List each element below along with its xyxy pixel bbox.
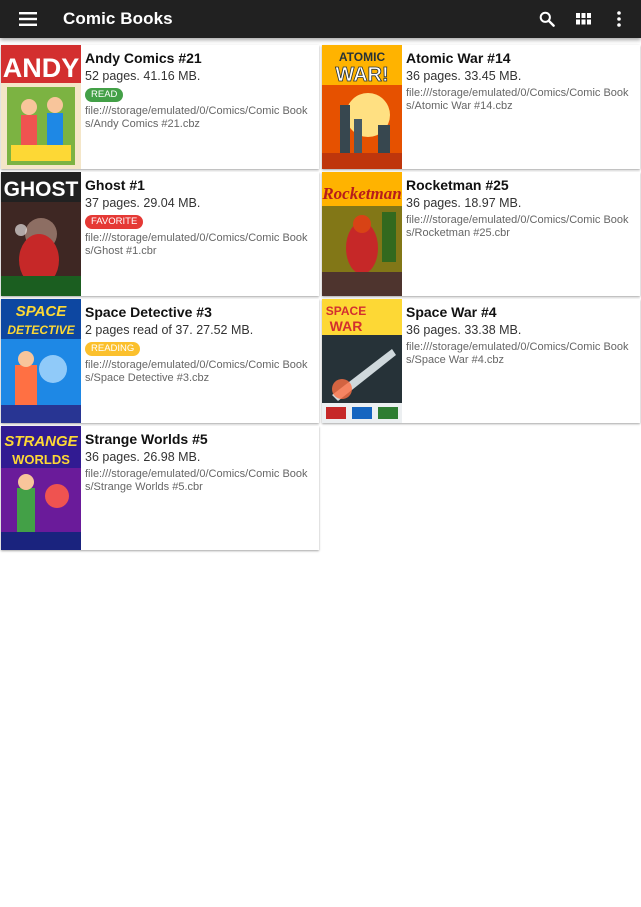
comic-cover-image: SPACE WAR [322,299,402,423]
comic-path: file:///storage/emulated/0/Comics/Comic … [85,232,308,257]
toolbar-actions [525,5,641,33]
comic-title: Atomic War #14 [406,50,511,66]
comic-title: Space Detective #3 [85,304,212,320]
cover-title-text: Rocketman [322,184,402,203]
svg-text:SPACE: SPACE [16,303,68,320]
comic-info: Strange Worlds #5 36 pages. 26.98 MB. fi… [81,426,319,550]
status-badge: READ [85,88,124,102]
app-bar: Comic Books [0,0,641,38]
comic-card-strange-worlds-5[interactable]: STRANGE WORLDS Strange Worlds #5 36 page… [1,426,319,550]
comic-cover-image: ANDY [1,45,81,169]
comic-info: Andy Comics #21 52 pages. 41.16 MB. READ… [81,45,319,169]
comic-title: Ghost #1 [85,177,145,193]
comic-info: Space Detective #3 2 pages read of 37. 2… [81,299,319,423]
comic-path: file:///storage/emulated/0/Comics/Comic … [85,468,308,493]
comic-meta: 36 pages. 33.38 MB. [406,323,522,337]
hamburger-menu-icon[interactable] [14,5,42,33]
comic-meta: 36 pages. 26.98 MB. [85,450,201,464]
more-vert-icon[interactable] [605,5,633,33]
comic-cover-image: ATOMIC WAR! [322,45,402,169]
svg-text:SPACE: SPACE [326,304,366,318]
comic-grid: ANDY Andy Comics #21 52 pages. 41.16 MB.… [1,45,641,550]
comic-info: Atomic War #14 36 pages. 33.45 MB. file:… [402,45,640,169]
grid-view-icon[interactable] [569,5,597,33]
comic-cover-image: Rocketman [322,172,402,296]
comic-path: file:///storage/emulated/0/Comics/Comic … [85,105,308,130]
comic-card-ghost-1[interactable]: GHOST Ghost #1 37 pages. 29.04 MB. FAVOR… [1,172,319,296]
svg-text:WAR!: WAR! [335,64,388,86]
comic-card-space-war-4[interactable]: SPACE WAR Space War #4 36 pages. 33.38 M… [322,299,640,423]
comic-meta: 52 pages. 41.16 MB. [85,69,201,83]
comic-meta: 36 pages. 18.97 MB. [406,196,522,210]
comic-title: Strange Worlds #5 [85,431,208,447]
cover-title-text: ANDY [3,53,80,83]
comic-cover-image: GHOST [1,172,81,296]
comic-card-space-detective-3[interactable]: SPACE DETECTIVE Space Detective #3 2 pag… [1,299,319,423]
comic-title: Space War #4 [406,304,497,320]
status-badge: READING [85,342,141,356]
comic-cover-image: STRANGE WORLDS [1,426,81,550]
svg-text:STRANGE: STRANGE [4,433,78,450]
comic-path: file:///storage/emulated/0/Comics/Comic … [406,341,629,366]
svg-text:ATOMIC: ATOMIC [339,50,386,64]
svg-text:DETECTIVE: DETECTIVE [7,323,75,337]
comic-card-andy-comics-21[interactable]: ANDY Andy Comics #21 52 pages. 41.16 MB.… [1,45,319,169]
comic-path: file:///storage/emulated/0/Comics/Comic … [85,359,308,384]
comic-path: file:///storage/emulated/0/Comics/Comic … [406,214,629,239]
app-title: Comic Books [63,9,173,28]
comic-cover-image: SPACE DETECTIVE [1,299,81,423]
search-icon[interactable] [533,5,561,33]
comic-info: Rocketman #25 36 pages. 18.97 MB. file:/… [402,172,640,296]
status-badge: FAVORITE [85,215,144,229]
comic-meta: 2 pages read of 37. 27.52 MB. [85,323,254,337]
comic-info: Ghost #1 37 pages. 29.04 MB. FAVORITE fi… [81,172,319,296]
comic-meta: 36 pages. 33.45 MB. [406,69,522,83]
comic-title: Rocketman #25 [406,177,509,193]
svg-text:WORLDS: WORLDS [12,452,70,467]
comic-card-rocketman-25[interactable]: Rocketman Rocketman #25 36 pages. 18.97 … [322,172,640,296]
comic-meta: 37 pages. 29.04 MB. [85,196,201,210]
comic-path: file:///storage/emulated/0/Comics/Comic … [406,87,629,112]
cover-title-text: GHOST [4,178,79,201]
comic-title: Andy Comics #21 [85,50,202,66]
svg-text:WAR: WAR [330,318,363,334]
comic-card-atomic-war-14[interactable]: ATOMIC WAR! Atomic War #14 36 pages. 33.… [322,45,640,169]
comic-info: Space War #4 36 pages. 33.38 MB. file://… [402,299,640,423]
